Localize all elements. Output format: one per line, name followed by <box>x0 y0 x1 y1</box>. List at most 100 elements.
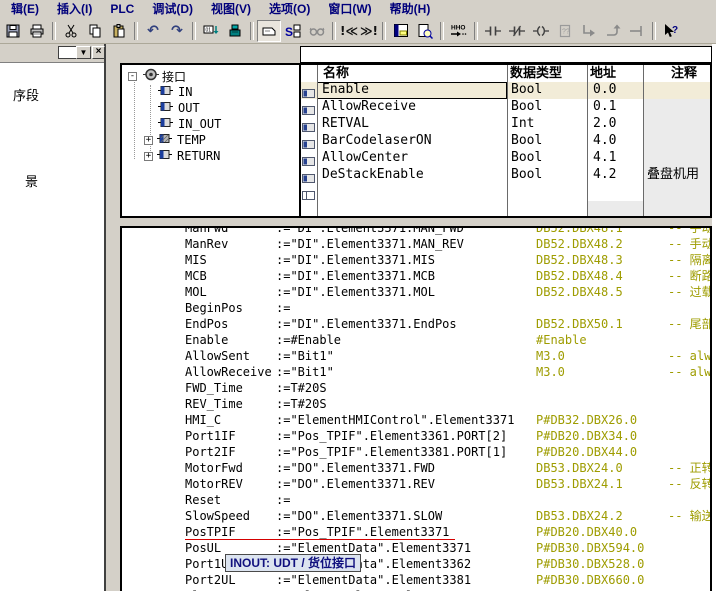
tree-item-in_out[interactable]: IN_OUT <box>122 116 221 132</box>
name-cell[interactable]: Enable <box>317 82 507 99</box>
comment-cell[interactable]: 叠盘机用 <box>643 167 710 184</box>
name-cell[interactable] <box>317 184 507 201</box>
stl-code-line[interactable]: REV_Time:=T#20S <box>122 396 710 412</box>
undo-button[interactable]: ↶ <box>141 20 165 42</box>
address-cell[interactable]: 0.0 <box>587 82 643 99</box>
stl-code-line[interactable]: MCB:="DI".Element3371.MCBDB52.DBX48.4-- … <box>122 268 710 284</box>
menu-item-5[interactable]: 视图(V) <box>202 1 260 18</box>
dropdown-button[interactable]: ▼ <box>76 46 91 59</box>
stl-code-line[interactable]: MIS:="DI".Element3371.MISDB52.DBX48.3-- … <box>122 252 710 268</box>
comment-cell[interactable] <box>643 184 710 201</box>
save-button[interactable] <box>1 20 25 42</box>
name-cell[interactable]: DeStackEnable <box>317 167 507 184</box>
menu-item-1[interactable]: 辑(E) <box>2 1 48 18</box>
menu-item-3[interactable]: PLC <box>101 1 143 18</box>
stl-code-line[interactable]: Port1UL:="ElementData".Element3362P#DB30… <box>122 556 710 572</box>
menu-item-7[interactable]: 窗口(W) <box>319 1 380 18</box>
type-cell[interactable]: Bool <box>507 99 587 116</box>
stl-code-line[interactable]: SlowSpeed:="DO".Element3371.SLOWDB53.DBX… <box>122 508 710 524</box>
print-button[interactable] <box>25 20 49 42</box>
column-header-1[interactable]: 名称 <box>323 65 349 82</box>
comment-cell[interactable] <box>643 150 710 167</box>
panel-item-fragment-2[interactable]: 景 <box>25 171 38 190</box>
address-cell[interactable]: 4.0 <box>587 133 643 150</box>
combo-field[interactable] <box>58 46 76 59</box>
stl-code-line[interactable]: ManFwd:="DI".Element3371.MAN_FWDDB52.DBX… <box>122 226 710 236</box>
stl-code-line[interactable]: Port2IF:="Pos_TPIF".Element3381.PORT[1]P… <box>122 444 710 460</box>
window-split-button[interactable] <box>389 20 413 42</box>
redo-button[interactable]: ↷ <box>165 20 189 42</box>
menu-item-4[interactable]: 调试(D) <box>143 1 202 18</box>
symbol-info-button[interactable]: HHO <box>447 20 471 42</box>
data-view-toggle[interactable] <box>257 20 281 42</box>
tree-item-interface[interactable]: -接口 <box>128 68 186 84</box>
tree-item-temp[interactable]: +TEMP <box>122 132 206 148</box>
column-header-3[interactable]: 地址 <box>590 65 616 82</box>
monitor-button[interactable] <box>305 20 329 42</box>
address-cell[interactable]: 2.0 <box>587 116 643 133</box>
contact-no-button[interactable] <box>481 20 505 42</box>
type-cell[interactable]: Bool <box>507 150 587 167</box>
stl-code-line[interactable]: PosUL:="ElementData".Element3371P#DB30.D… <box>122 540 710 556</box>
address-cell[interactable]: 4.2 <box>587 167 643 184</box>
stl-code-line[interactable]: BeginPos:= <box>122 300 710 316</box>
stl-code-line[interactable]: PosTPIF:="Pos_TPIF".Element3371P#DB20.DB… <box>122 524 710 540</box>
coil-button[interactable] <box>529 20 553 42</box>
column-header-2[interactable]: 数据类型 <box>510 65 562 82</box>
comment-cell[interactable] <box>643 133 710 150</box>
table-row[interactable]: AllowCenterBool4.1 <box>301 150 710 167</box>
stl-code-line[interactable]: HMI_C:="ElementHMIControl".Element3371P#… <box>122 412 710 428</box>
menu-item-8[interactable]: 帮助(H) <box>381 1 440 18</box>
tree-item-return[interactable]: +RETURN <box>122 148 220 164</box>
stl-code-line[interactable]: Port1IF:="Pos_TPIF".Element3361.PORT[2]P… <box>122 428 710 444</box>
table-row-empty[interactable] <box>301 184 710 201</box>
menu-item-2[interactable]: 插入(I) <box>48 1 101 18</box>
name-cell[interactable]: BarCodelaserON <box>317 133 507 150</box>
name-cell[interactable]: AllowCenter <box>317 150 507 167</box>
tree-item-out[interactable]: OUT <box>122 100 200 116</box>
close-icon[interactable]: × <box>92 46 105 59</box>
cut-button[interactable] <box>59 20 83 42</box>
copy-button[interactable] <box>83 20 107 42</box>
paste-button[interactable] <box>107 20 131 42</box>
contact-nc-button[interactable] <box>505 20 529 42</box>
overview-button[interactable] <box>413 20 437 42</box>
collapse-icon[interactable]: - <box>128 72 137 81</box>
menu-item-6[interactable]: 选项(O) <box>260 1 319 18</box>
stl-code-line[interactable]: Enable:=#Enable#Enable <box>122 332 710 348</box>
type-cell[interactable]: Bool <box>507 167 587 184</box>
comment-cell[interactable] <box>643 82 710 99</box>
next-error-button[interactable]: ≫! <box>359 20 379 42</box>
stl-code-line[interactable]: Port2UL:="ElementData".Element3381P#DB30… <box>122 572 710 588</box>
table-row[interactable]: EnableBool0.0 <box>301 82 710 99</box>
name-cell[interactable]: RETVAL <box>317 116 507 133</box>
branch-t-button[interactable] <box>625 20 649 42</box>
type-cell[interactable]: Int <box>507 116 587 133</box>
stl-code-line[interactable]: Reset:= <box>122 492 710 508</box>
address-cell[interactable]: 0.1 <box>587 99 643 116</box>
expand-icon[interactable]: + <box>144 152 153 161</box>
panel-item-fragment-1[interactable]: 序段 <box>13 85 39 104</box>
stl-code-line[interactable]: AllowReceive:="Bit1"M3.0-- alwa <box>122 364 710 380</box>
expand-icon[interactable]: + <box>144 136 153 145</box>
table-row[interactable]: RETVALInt2.0 <box>301 116 710 133</box>
address-cell[interactable]: 4.1 <box>587 150 643 167</box>
help-cursor-button[interactable]: ? <box>659 20 683 42</box>
column-header-4[interactable]: 注释 <box>671 65 697 82</box>
tree-item-in[interactable]: IN <box>122 84 192 100</box>
stl-code-line[interactable]: AllowSent:="Bit1"M3.0-- alwa <box>122 348 710 364</box>
type-cell[interactable]: Bool <box>507 133 587 150</box>
symbolic-representation-button[interactable]: S <box>281 20 305 42</box>
stl-code-line[interactable]: FWD_Time:=T#20S <box>122 380 710 396</box>
type-cell[interactable]: Bool <box>507 82 587 99</box>
comment-cell[interactable] <box>643 116 710 133</box>
type-cell[interactable] <box>507 184 587 201</box>
stl-code-line[interactable]: MOL:="DI".Element3371.MOLDB52.DBX48.5-- … <box>122 284 710 300</box>
previous-error-button[interactable]: !≪ <box>339 20 359 42</box>
comment-cell[interactable] <box>643 99 710 116</box>
table-row[interactable]: AllowReceiveBool0.1 <box>301 99 710 116</box>
stl-code-pane[interactable]: ManFwd:="DI".Element3371.MAN_FWDDB52.DBX… <box>120 226 712 591</box>
stl-code-line[interactable]: ManRev:="DI".Element3371.MAN_REVDB52.DBX… <box>122 236 710 252</box>
table-row[interactable]: DeStackEnableBool4.2叠盘机用 <box>301 167 710 184</box>
stl-code-line[interactable]: MotorFwd:="DO".Element3371.FWDDB53.DBX24… <box>122 460 710 476</box>
